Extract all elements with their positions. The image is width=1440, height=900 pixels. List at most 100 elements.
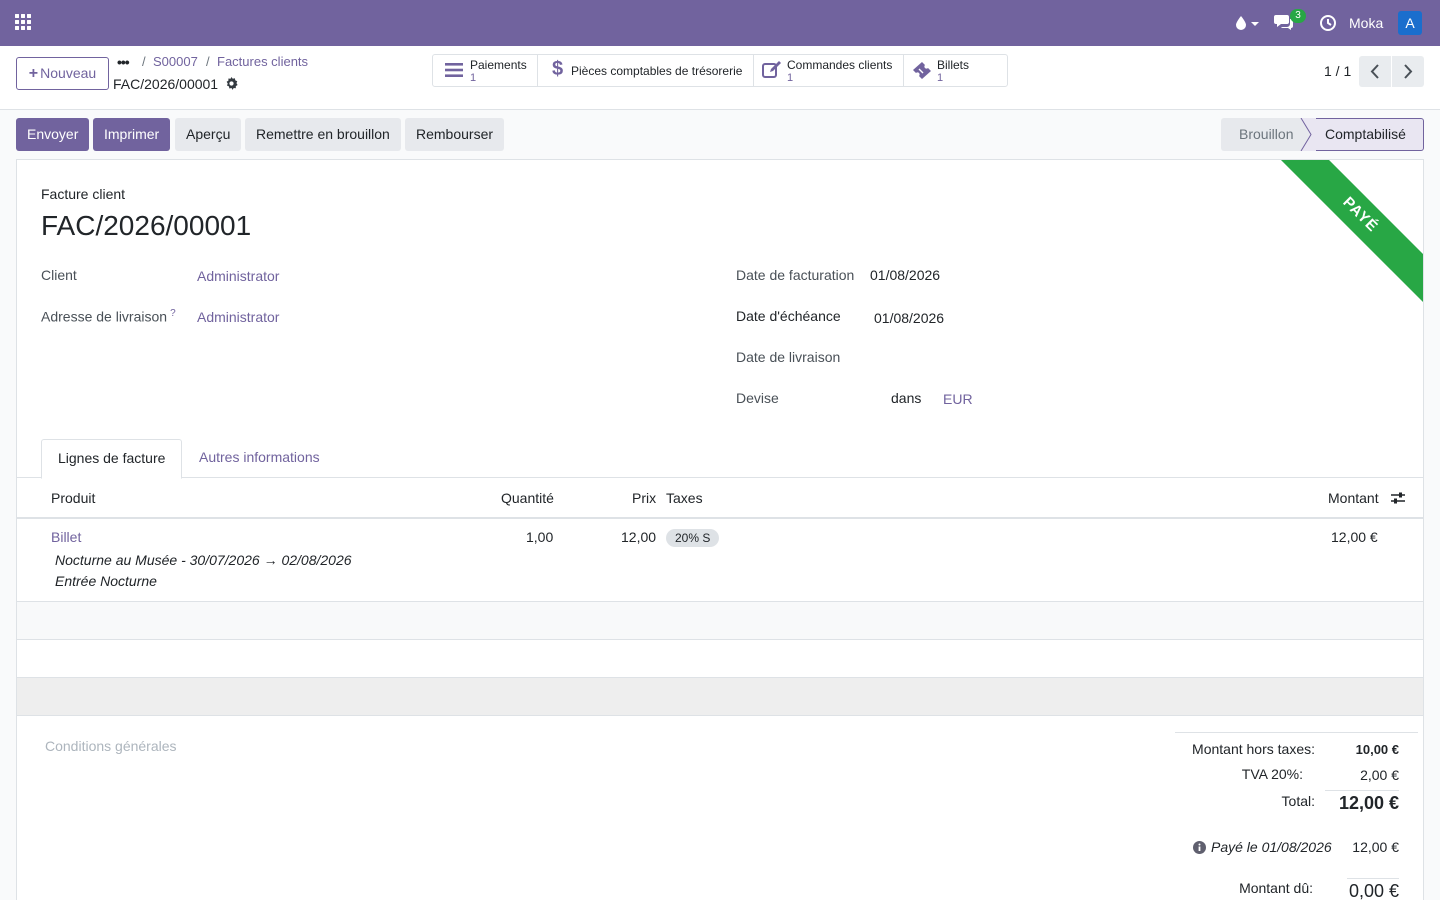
tickets-smart-button[interactable]: Billets 1 <box>904 55 1008 86</box>
line-amount: 12,00 € <box>1331 529 1378 545</box>
breadcrumb-separator: / <box>142 54 146 69</box>
tab-invoice-lines[interactable]: Lignes de facture <box>41 439 183 479</box>
paid-ribbon: PAYÉ <box>1259 160 1423 316</box>
line-tax-badge: 20% S <box>666 529 720 547</box>
chat-count-badge: 3 <box>1290 9 1306 23</box>
empty-row <box>17 602 1423 640</box>
form-sheet: PAYÉ Facture client FAC/2026/00001 Clien… <box>16 159 1424 900</box>
payments-count: 1 <box>470 72 477 84</box>
breadcrumb-more[interactable]: ••• <box>117 54 130 70</box>
payments-smart-button[interactable]: Paiements 1 <box>433 55 538 86</box>
plus-icon: + <box>28 65 39 82</box>
print-button[interactable]: Imprimer <box>93 118 171 151</box>
breadcrumb-item-sale-order[interactable]: S00007 <box>153 54 198 69</box>
edit-icon <box>762 61 781 78</box>
optional-columns-icon[interactable] <box>1391 491 1405 505</box>
paid-amount-value: 12,00 € <box>1352 839 1399 855</box>
sale-orders-smart-button[interactable]: Commandes clients 1 <box>754 55 904 86</box>
breadcrumb-item-invoices[interactable]: Factures clients <box>217 54 308 69</box>
document-number: FAC/2026/00001 <box>41 210 252 241</box>
reset-to-draft-button[interactable]: Remettre en brouillon <box>245 118 401 151</box>
document-type: Facture client <box>41 186 126 202</box>
chevron-right-icon <box>1404 64 1413 79</box>
payments-label: Paiements <box>470 58 527 72</box>
empty-row <box>17 640 1423 678</box>
breadcrumb-current: FAC/2026/00001 <box>113 76 219 92</box>
treasury-entries-smart-button[interactable]: $ Pièces comptables de trésorerie <box>538 55 754 86</box>
list-icon <box>445 63 463 77</box>
line-description: Nocturne au Musée - 30/07/2026 → 02/08/2… <box>55 552 352 568</box>
company-name[interactable]: Moka <box>1349 15 1383 31</box>
total-value: 12,00 € <box>1325 790 1399 814</box>
column-product[interactable]: Produit <box>51 490 95 506</box>
line-description-extra: Entrée Nocturne <box>55 573 157 589</box>
delivery-date-label: Date de livraison <box>736 349 841 365</box>
tickets-label: Billets <box>937 58 970 72</box>
breadcrumb-separator: / <box>206 54 210 69</box>
amount-due-value: 0,00 € <box>1347 878 1399 900</box>
client-field[interactable]: Administrator <box>197 268 279 284</box>
debug-drop-icon[interactable] <box>1234 13 1262 33</box>
table-row[interactable]: Billet Nocturne au Musée - 30/07/2026 → … <box>17 519 1423 602</box>
currency-in-text: dans <box>891 390 922 406</box>
invoice-lines-header: Produit Quantité Prix Taxes Montant <box>17 478 1423 519</box>
status-bar: Envoyer Imprimer Aperçu Remettre en brou… <box>0 110 1440 159</box>
stage-draft[interactable]: Brouillon <box>1221 118 1309 151</box>
new-button-label: Nouveau <box>40 65 97 81</box>
pager-next-button[interactable] <box>1392 56 1424 87</box>
tickets-count: 1 <box>937 72 944 84</box>
new-button[interactable]: + Nouveau <box>16 57 109 90</box>
line-quantity[interactable]: 1,00 <box>526 529 553 545</box>
delivery-address-label-text: Adresse de livraison <box>41 308 168 325</box>
tax-value: 2,00 € <box>1360 767 1399 783</box>
currency-label: Devise <box>736 390 779 406</box>
delivery-address-field[interactable]: Administrator <box>197 309 279 325</box>
pager-value[interactable]: 1 / 1 <box>1324 63 1351 79</box>
activity-clock-icon[interactable] <box>1319 14 1337 32</box>
top-navbar: 3 Moka A <box>0 0 1440 46</box>
control-panel: + Nouveau ••• / S00007 / Factures clients… <box>0 46 1440 110</box>
due-date-label: Date d'échéance <box>736 308 841 324</box>
stage-posted[interactable]: Comptabilisé <box>1309 118 1424 151</box>
chevron-left-icon <box>1370 64 1379 79</box>
currency-field[interactable]: EUR <box>943 391 973 407</box>
ticket-icon <box>913 62 931 79</box>
column-price[interactable]: Prix <box>632 490 656 506</box>
tax-label: TVA 20%: <box>1241 766 1303 782</box>
lines-footer-row <box>17 678 1423 716</box>
info-icon[interactable] <box>1193 841 1206 854</box>
untaxed-amount-value: 10,00 € <box>1355 742 1399 757</box>
client-label: Client <box>41 267 77 283</box>
help-tooltip-icon[interactable]: ? <box>170 308 176 319</box>
column-quantity[interactable]: Quantité <box>501 490 554 506</box>
sale-orders-count: 1 <box>787 72 794 84</box>
line-product[interactable]: Billet <box>51 529 81 545</box>
invoice-date-field[interactable]: 01/08/2026 <box>870 267 940 283</box>
user-avatar[interactable]: A <box>1398 11 1422 35</box>
sale-orders-label: Commandes clients <box>787 58 893 72</box>
total-label: Total: <box>1281 793 1315 809</box>
notebook-tabs: Lignes de facture Autres informations <box>17 439 1423 479</box>
paid-on-label: Payé le 01/08/2026 <box>1211 839 1332 855</box>
amount-due-label: Montant dû: <box>1239 880 1313 896</box>
column-taxes[interactable]: Taxes <box>666 490 703 506</box>
dollar-icon: $ <box>552 58 564 80</box>
due-date-field[interactable]: 01/08/2026 <box>874 310 944 326</box>
tab-other-info[interactable]: Autres informations <box>183 439 336 478</box>
send-button[interactable]: Envoyer <box>16 118 90 151</box>
treasury-entries-label: Pièces comptables de trésorerie <box>571 64 743 78</box>
totals-block: Montant hors taxes: 10,00 € TVA 20%: 2,0… <box>1175 732 1418 900</box>
preview-button[interactable]: Aperçu <box>175 118 242 151</box>
line-price[interactable]: 12,00 <box>621 529 656 545</box>
pager-previous-button[interactable] <box>1359 56 1391 87</box>
refund-button[interactable]: Rembourser <box>405 118 505 151</box>
invoice-date-label: Date de facturation <box>736 267 855 283</box>
column-amount[interactable]: Montant <box>1328 490 1379 506</box>
apps-grid-icon[interactable] <box>14 13 32 31</box>
smart-buttons: Paiements 1 $ Pièces comptables de tréso… <box>432 54 1008 87</box>
untaxed-amount-label: Montant hors taxes: <box>1192 741 1315 757</box>
gear-icon[interactable] <box>225 77 238 90</box>
terms-conditions-field[interactable]: Conditions générales <box>45 738 177 754</box>
delivery-address-label: Adresse de livraison? <box>41 308 176 325</box>
messaging-icon[interactable]: 3 <box>1274 9 1306 33</box>
